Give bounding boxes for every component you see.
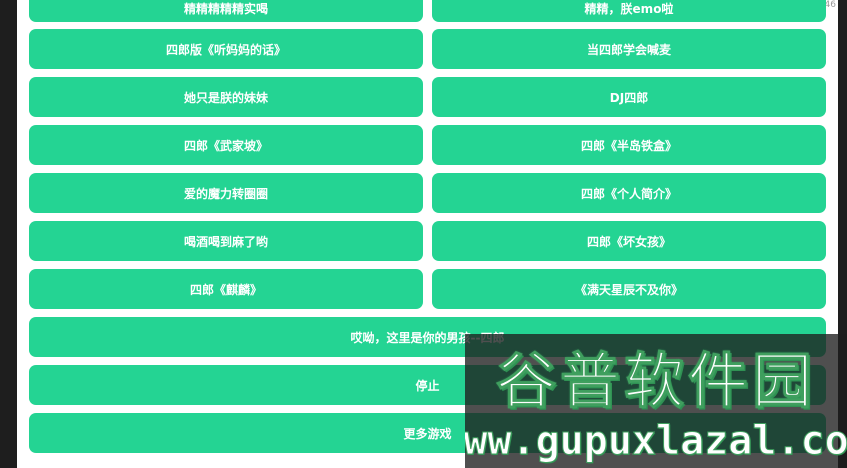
song-button-geren-jianjie[interactable]: 四郎《个人简介》 xyxy=(432,173,826,213)
watermark-title: 谷普软件园 xyxy=(496,346,816,417)
button-label: 精精，朕emo啦 xyxy=(584,2,674,16)
song-button-ting-mama[interactable]: 四郎版《听妈妈的话》 xyxy=(29,29,423,69)
song-button-qilin[interactable]: 四郎《麒麟》 xyxy=(29,269,423,309)
song-button-bandao-tiehe[interactable]: 四郎《半岛铁盒》 xyxy=(432,125,826,165)
button-label: 爱的魔力转圈圈 xyxy=(183,186,268,201)
button-label: 四郎《半岛铁盒》 xyxy=(580,138,677,153)
song-button-dj[interactable]: DJ四郎 xyxy=(432,77,826,117)
button-label: DJ四郎 xyxy=(609,90,649,105)
button-label: 《满天星辰不及你》 xyxy=(574,282,683,297)
song-button-row0-left[interactable]: 精精精精精实喝 xyxy=(29,0,423,22)
song-button-hanmai[interactable]: 当四郎学会喊麦 xyxy=(432,29,826,69)
watermark-url: www.gupuxlazal.com xyxy=(465,418,847,465)
button-label: 四郎《武家坡》 xyxy=(183,138,268,153)
button-label: 四郎《麒麟》 xyxy=(189,282,262,297)
button-label: 她只是朕的妹妹 xyxy=(183,90,268,105)
button-label: 喝酒喝到麻了哟 xyxy=(183,234,268,249)
button-label: 停止 xyxy=(415,378,440,393)
song-button-meimei[interactable]: 她只是朕的妹妹 xyxy=(29,77,423,117)
button-label: 当四郎学会喊麦 xyxy=(586,42,671,57)
button-label: 四郎版《听妈妈的话》 xyxy=(165,42,286,57)
button-label: 更多游戏 xyxy=(403,426,452,441)
song-button-huainvhai[interactable]: 四郎《坏女孩》 xyxy=(432,221,826,261)
site-watermark: 谷普软件园 www.gupuxlazal.com xyxy=(465,334,847,468)
song-button-wujiapo[interactable]: 四郎《武家坡》 xyxy=(29,125,423,165)
song-button-row0-right[interactable]: 精精，朕emo啦 xyxy=(432,0,826,22)
song-button-moli-zhuanquanquan[interactable]: 爱的魔力转圈圈 xyxy=(29,173,423,213)
song-button-hejiu[interactable]: 喝酒喝到麻了哟 xyxy=(29,221,423,261)
button-label: 四郎《坏女孩》 xyxy=(586,234,671,249)
button-label: 精精精精精实喝 xyxy=(183,2,268,16)
button-label: 四郎《个人简介》 xyxy=(580,186,677,201)
song-button-mantian-xingchen[interactable]: 《满天星辰不及你》 xyxy=(432,269,826,309)
